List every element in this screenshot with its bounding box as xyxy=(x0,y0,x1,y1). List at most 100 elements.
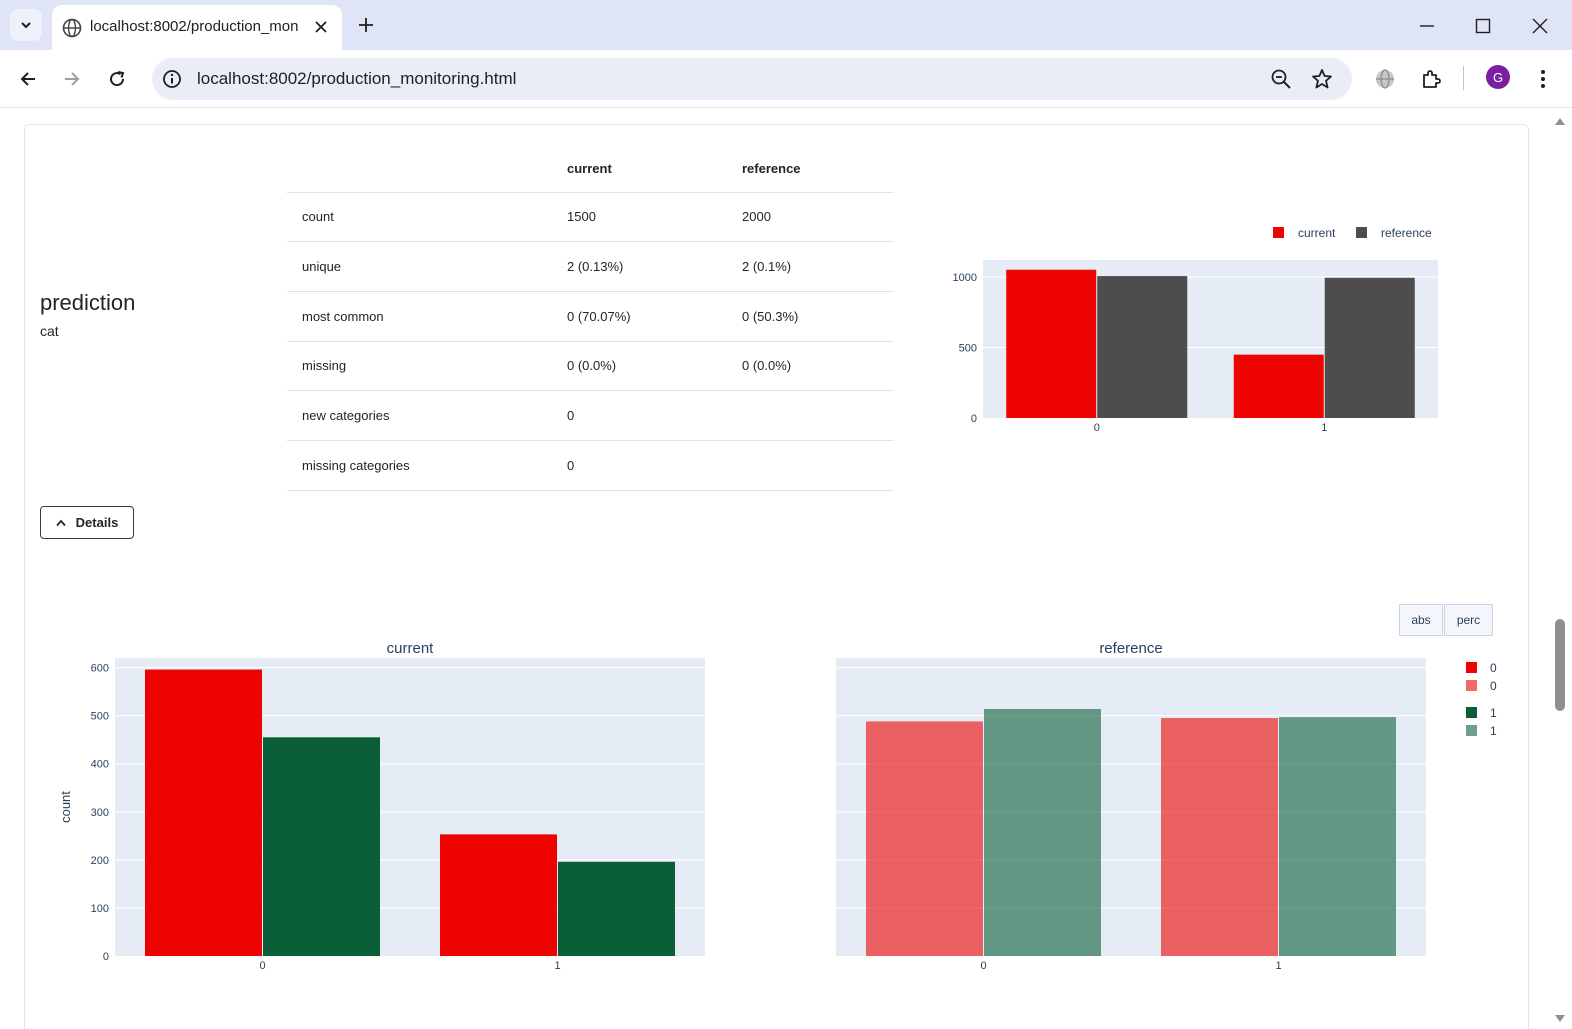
x-tick-label: 1 xyxy=(1321,422,1327,434)
y-tick-label: 0 xyxy=(971,413,977,425)
bar xyxy=(145,669,262,956)
url-text[interactable]: localhost:8002/production_monitoring.htm… xyxy=(197,69,516,89)
star-icon[interactable] xyxy=(1310,67,1334,96)
bar xyxy=(1279,717,1396,956)
forward-icon[interactable] xyxy=(56,63,88,95)
legend-label: 0 xyxy=(1490,679,1497,693)
x-tick-label: 1 xyxy=(1275,960,1281,972)
address-bar[interactable]: localhost:8002/production_monitoring.htm… xyxy=(152,58,1352,100)
current-value: 0 (0.0%) xyxy=(552,341,727,392)
y-tick-label: 200 xyxy=(91,855,109,867)
column-header: current xyxy=(552,145,727,193)
close-icon[interactable] xyxy=(310,16,332,38)
tab-title: localhost:8002/production_mon xyxy=(90,18,299,35)
subplot-title: current xyxy=(387,640,435,657)
reference-value: 0 (0.0%) xyxy=(727,341,893,392)
current-value: 0 (70.07%) xyxy=(552,291,727,342)
extension-globe-icon[interactable] xyxy=(1369,63,1401,95)
tab-search-icon[interactable] xyxy=(10,9,42,41)
row-label: missing categories xyxy=(287,440,552,491)
reference-value xyxy=(727,390,893,441)
y-tick-label: 1000 xyxy=(953,272,977,284)
legend-swatch xyxy=(1466,707,1477,718)
reference-value: 0 (50.3%) xyxy=(727,291,893,342)
scroll-down-icon[interactable] xyxy=(1554,1011,1566,1029)
current-value: 1500 xyxy=(552,192,727,243)
legend-swatch xyxy=(1466,662,1477,673)
x-tick-label: 0 xyxy=(1094,422,1100,434)
y-tick-label: 400 xyxy=(91,759,109,771)
current-value: 0 xyxy=(552,440,727,491)
info-icon[interactable] xyxy=(162,69,182,94)
page-viewport: prediction cat current reference count 1… xyxy=(0,109,1572,1029)
row-label: new categories xyxy=(287,390,552,441)
details-button[interactable]: Details xyxy=(40,506,134,539)
x-tick-label: 1 xyxy=(554,960,560,972)
current-value: 2 (0.13%) xyxy=(552,241,727,292)
back-icon[interactable] xyxy=(12,63,44,95)
bar xyxy=(866,721,983,956)
legend-swatch xyxy=(1466,680,1477,691)
y-tick-label: 600 xyxy=(91,663,109,675)
x-tick-label: 0 xyxy=(259,960,265,972)
browser-toolbar: localhost:8002/production_monitoring.htm… xyxy=(0,50,1572,108)
bar xyxy=(263,737,380,956)
y-axis-label: count xyxy=(58,791,73,823)
reload-icon[interactable] xyxy=(101,63,133,95)
feature-name: prediction xyxy=(40,290,136,315)
scrollbar-thumb[interactable] xyxy=(1555,619,1565,711)
legend-label: current xyxy=(1298,226,1336,240)
table-row: unique 2 (0.13%) 2 (0.1%) xyxy=(287,241,893,292)
reference-value xyxy=(727,440,893,491)
bar xyxy=(984,708,1101,956)
bar xyxy=(1006,269,1097,418)
menu-dots-icon[interactable] xyxy=(1527,63,1559,95)
reference-value: 2 (0.1%) xyxy=(727,241,893,292)
bar xyxy=(1161,718,1278,956)
reference-value: 2000 xyxy=(727,192,893,243)
avatar[interactable]: G xyxy=(1486,65,1510,89)
legend-label: reference xyxy=(1381,226,1432,240)
bar xyxy=(440,834,557,956)
bar xyxy=(1097,276,1188,418)
stats-table: current reference count 1500 2000 unique… xyxy=(287,145,893,491)
feature-card: prediction cat current reference count 1… xyxy=(24,124,1529,1029)
y-tick-label: 0 xyxy=(103,951,109,963)
overview-bar-chart: 0 500 1000 0 1 current reference xyxy=(953,226,1438,434)
legend-swatch xyxy=(1466,725,1477,736)
row-label: most common xyxy=(287,291,552,342)
legend-label: 0 xyxy=(1490,661,1497,675)
y-tick-label: 100 xyxy=(91,903,109,915)
scroll-up-icon[interactable] xyxy=(1554,113,1566,131)
puzzle-icon[interactable] xyxy=(1415,63,1447,95)
plus-icon[interactable] xyxy=(352,11,380,39)
y-tick-label: 500 xyxy=(959,342,977,354)
table-row: missing 0 (0.0%) 0 (0.0%) xyxy=(287,341,893,392)
legend-swatch xyxy=(1356,227,1367,238)
row-label: count xyxy=(287,192,552,243)
x-tick-label: 0 xyxy=(980,960,986,972)
maximize-icon[interactable] xyxy=(1469,12,1497,40)
bar xyxy=(558,861,675,956)
details-label: Details xyxy=(75,515,119,530)
tab-strip: localhost:8002/production_mon xyxy=(0,0,1572,50)
zoom-icon[interactable] xyxy=(1270,68,1292,95)
legend-label: 1 xyxy=(1490,724,1497,738)
subplot-title: reference xyxy=(1099,640,1162,657)
window-close-icon[interactable] xyxy=(1526,12,1554,40)
table-header-row: current reference xyxy=(287,145,893,193)
minimize-icon[interactable] xyxy=(1413,12,1441,40)
page-scrollbar[interactable] xyxy=(1552,109,1572,1029)
legend-label: 1 xyxy=(1490,706,1497,720)
y-tick-label: 500 xyxy=(91,711,109,723)
column-header: reference xyxy=(727,145,893,193)
details-bar-chart: 01002003004005006000 1currentcount0 1refer… xyxy=(58,640,1497,972)
legend-swatch xyxy=(1273,227,1284,238)
table-row: new categories 0 xyxy=(287,390,893,441)
column-header xyxy=(287,145,552,193)
current-value: 0 xyxy=(552,390,727,441)
table-row: missing categories 0 xyxy=(287,440,893,491)
feature-type: cat xyxy=(40,323,59,339)
active-tab[interactable]: localhost:8002/production_mon xyxy=(52,5,342,50)
globe-icon xyxy=(62,18,82,43)
